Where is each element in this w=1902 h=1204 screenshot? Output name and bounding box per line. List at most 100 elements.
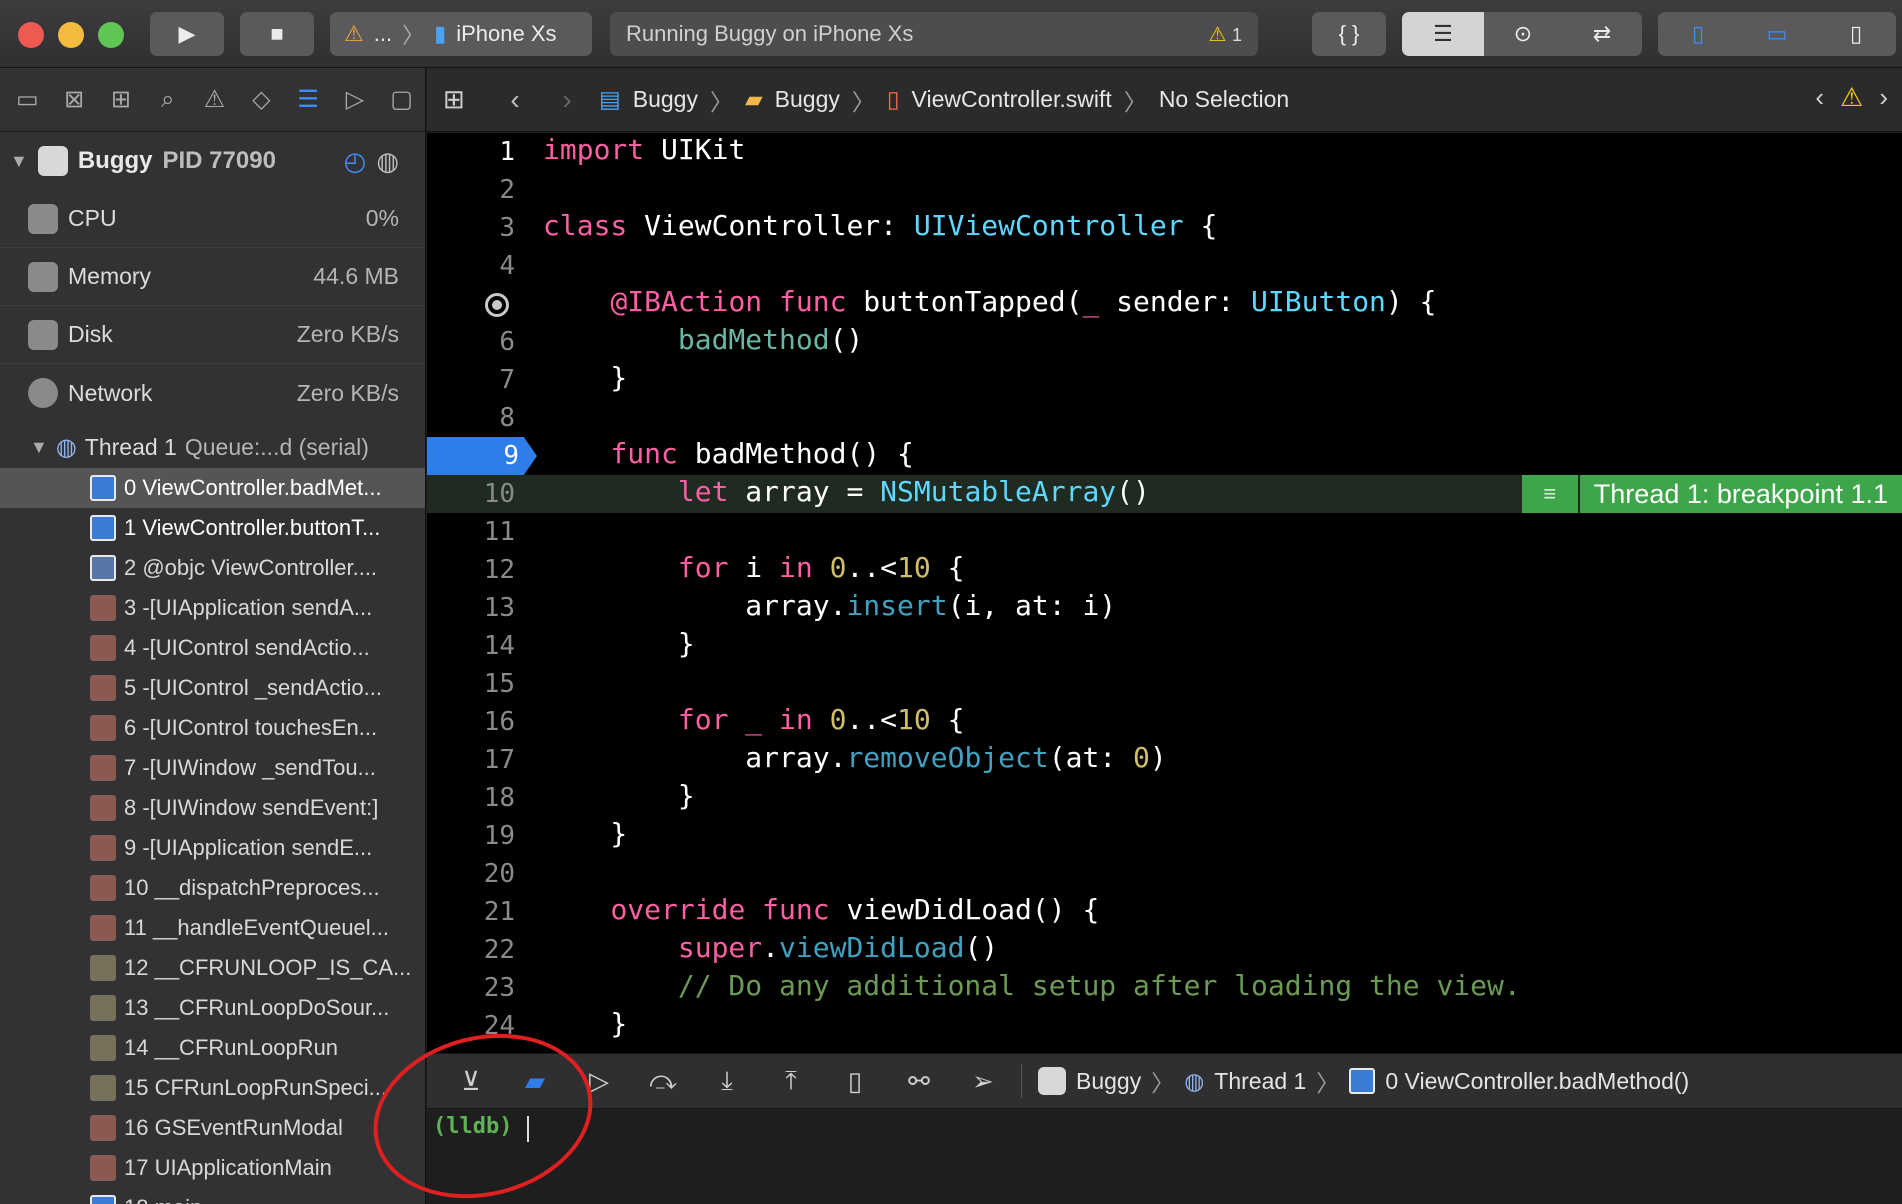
threads-icon[interactable]: ◍ [376,146,399,177]
cpu-gauge[interactable]: CPU 0% [0,190,425,248]
stack-frame[interactable]: 9 -[UIApplication sendE... [0,828,425,868]
source-editor[interactable]: 1 import UIKit 2 3 class ViewController:… [427,133,1902,1053]
stack-frame[interactable]: 1 ViewController.buttonT... [0,508,425,548]
code-line[interactable]: 23 // Do any additional setup after load… [427,969,1902,1007]
stack-frame[interactable]: 4 -[UIControl sendActio... [0,628,425,668]
code-line[interactable]: 3 class ViewController: UIViewController… [427,209,1902,247]
network-gauge[interactable]: Network Zero KB/s [0,364,425,422]
disclosure-triangle-icon[interactable]: ▼ [10,151,28,172]
stack-frame[interactable]: 13 __CFRunLoopDoSour... [0,988,425,1028]
step-into-icon[interactable]: ⤓ [695,1065,759,1097]
report-icon[interactable]: ▢ [378,85,425,114]
code-line[interactable]: 20 [427,855,1902,893]
code-line[interactable]: 11 [427,513,1902,551]
path-thread[interactable]: Thread 1 [1214,1068,1306,1095]
stack-frame[interactable]: 10 __dispatchPreproces... [0,868,425,908]
stack-frame[interactable]: 17 UIApplicationMain [0,1148,425,1188]
code-line[interactable]: 19 } [427,817,1902,855]
stack-frame[interactable]: 6 -[UIControl touchesEn... [0,708,425,748]
hide-debug-area-icon[interactable]: ⊻ [439,1066,503,1097]
gauge-icon[interactable]: ◴ [344,146,367,177]
step-over-icon[interactable]: ⤼ [631,1065,695,1097]
warning-indicator[interactable]: ⚠ 1 [1208,22,1242,47]
stack-frame[interactable]: 11 __handleEventQueuel... [0,908,425,948]
back-arrow-icon[interactable]: ‹ [495,84,535,116]
code-line-current[interactable]: 10 let array = NSMutableArray() ≡ Thread… [427,475,1902,513]
code-line[interactable]: 17 array.removeObject(at: 0) [427,741,1902,779]
lldb-console[interactable]: (lldb) [427,1110,1902,1204]
code-line[interactable]: 7 } [427,361,1902,399]
issue-icon[interactable]: ⚠ [191,85,238,114]
scheme-selector[interactable]: ⚠ ... 〉 ▮ iPhone Xs [330,12,592,56]
close-window-button[interactable] [18,22,44,48]
code-line[interactable]: 1 import UIKit [427,133,1902,171]
view-hierarchy-icon[interactable]: ▯ [823,1066,887,1097]
toggle-navigator-button[interactable]: ▯ [1658,12,1738,56]
code-line[interactable]: 15 [427,665,1902,703]
code-line[interactable]: 18 } [427,779,1902,817]
code-line[interactable]: 22 super.viewDidLoad() [427,931,1902,969]
library-button[interactable]: { } [1312,12,1386,56]
previous-issue-icon[interactable]: ‹ [1815,82,1824,113]
code-line[interactable]: 6 badMethod() [427,323,1902,361]
code-line[interactable]: 16 for _ in 0..<10 { [427,703,1902,741]
breadcrumb-file[interactable]: ViewController.swift [912,86,1112,113]
warning-icon[interactable]: ⚠ [1840,82,1863,113]
search-icon[interactable]: ⌕ [144,86,191,114]
toggle-debug-area-button[interactable]: ▭ [1738,12,1816,56]
version-editor-button[interactable]: ⇄ [1562,12,1642,56]
stack-frame[interactable]: 5 -[UIControl _sendActio... [0,668,425,708]
step-out-icon[interactable]: ⤒ [759,1065,823,1097]
related-items-icon[interactable]: ⊞ [443,84,483,115]
debug-icon[interactable]: ☰ [285,85,332,114]
disclosure-triangle-icon[interactable]: ▼ [30,437,48,458]
process-row[interactable]: ▼ Buggy PID 77090 ◴ ◍ [0,132,425,190]
next-issue-icon[interactable]: › [1879,82,1888,113]
assistant-editor-button[interactable]: ⊙ [1484,12,1562,56]
stack-frame[interactable]: 7 -[UIWindow _sendTou... [0,748,425,788]
standard-editor-button[interactable]: ☰ [1402,12,1484,56]
breakpoints-toggle-icon[interactable]: ▰ [503,1066,567,1097]
test-icon[interactable]: ◇ [238,85,285,114]
symbol-icon[interactable]: ⊞ [98,85,145,114]
breadcrumb-selection[interactable]: No Selection [1159,86,1289,113]
disk-gauge[interactable]: Disk Zero KB/s [0,306,425,364]
breakpoint-annotation[interactable]: ≡ Thread 1: breakpoint 1.1 [1521,475,1902,513]
code-line[interactable]: 24 } [427,1007,1902,1045]
code-line[interactable]: 5 @IBAction func buttonTapped(_ sender: … [427,285,1902,323]
folder-icon[interactable]: ▭ [4,85,51,114]
stack-frame[interactable]: 3 -[UIApplication sendA... [0,588,425,628]
stack-frame[interactable]: 2 @objc ViewController.... [0,548,425,588]
breadcrumb-project[interactable]: Buggy [633,86,698,113]
code-line[interactable]: 2 [427,171,1902,209]
memory-graph-icon[interactable]: ⚯ [887,1066,951,1097]
code-line[interactable]: 14 } [427,627,1902,665]
stop-button[interactable]: ■ [240,12,314,56]
code-line[interactable]: 12 for i in 0..<10 { [427,551,1902,589]
code-line[interactable]: 8 [427,399,1902,437]
code-line[interactable]: 21 override func viewDidLoad() { [427,893,1902,931]
path-frame[interactable]: 0 ViewController.badMethod() [1385,1068,1689,1095]
code-line[interactable]: 9 func badMethod() { [427,437,1902,475]
stack-frame[interactable]: 14 __CFRunLoopRun [0,1028,425,1068]
path-app[interactable]: Buggy [1076,1068,1141,1095]
stack-frame[interactable]: 12 __CFRUNLOOP_IS_CA... [0,948,425,988]
memory-gauge[interactable]: Memory 44.6 MB [0,248,425,306]
toggle-inspector-button[interactable]: ▯ [1816,12,1896,56]
source-control-icon[interactable]: ⊠ [51,85,98,114]
zoom-window-button[interactable] [98,22,124,48]
thread-row[interactable]: ▼ ◍ Thread 1 Queue:...d (serial) [0,426,425,468]
stack-frame[interactable]: 16 GSEventRunModal [0,1108,425,1148]
simulate-location-icon[interactable]: ➢ [951,1066,1015,1097]
continue-icon[interactable]: ▷ [567,1066,631,1097]
breadcrumb-group[interactable]: Buggy [775,86,840,113]
stack-frame[interactable]: 8 -[UIWindow sendEvent:] [0,788,425,828]
stack-frame[interactable]: 18 main [0,1188,425,1204]
stack-frame[interactable]: 15 CFRunLoopRunSpeci... [0,1068,425,1108]
minimize-window-button[interactable] [58,22,84,48]
forward-arrow-icon[interactable]: › [547,84,587,116]
breakpoint-icon[interactable]: ▷ [331,85,378,114]
stack-frame[interactable]: 0 ViewController.badMet... [0,468,425,508]
run-button[interactable]: ▶ [150,12,224,56]
code-line[interactable]: 4 [427,247,1902,285]
